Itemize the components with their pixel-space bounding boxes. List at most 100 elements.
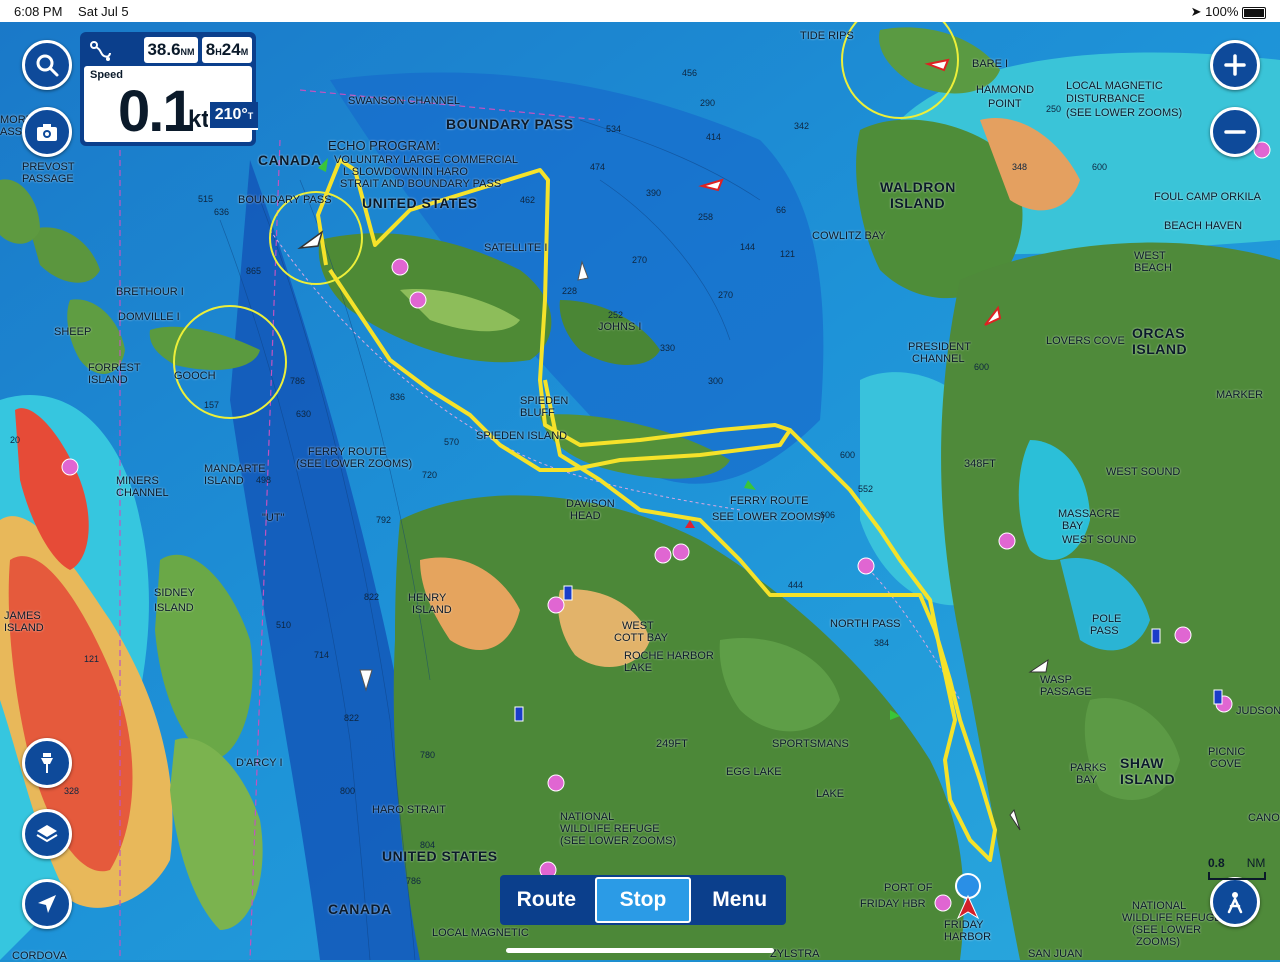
- depth-sounding: 720: [422, 470, 438, 480]
- home-indicator[interactable]: [506, 948, 774, 953]
- label-nwr3: (SEE LOWER ZOOMS): [560, 835, 677, 847]
- label-mandarte1: MANDARTE: [204, 463, 266, 475]
- search-icon: [36, 54, 59, 77]
- depth-sounding: 228: [562, 286, 578, 296]
- distance-value: 38.6NM: [144, 37, 198, 63]
- label-orcas1: ORCAS: [1132, 325, 1186, 341]
- navigation-data-panel[interactable]: 38.6NM 8H24M Speed 0.1 kts 210°T: [80, 32, 258, 146]
- zoom-out-button[interactable]: [1210, 107, 1260, 157]
- label-brethour: BRETHOUR I: [116, 286, 184, 298]
- label-president2: CHANNEL: [912, 353, 965, 365]
- speed-value: 0.1: [118, 79, 195, 144]
- label-san-juan: SAN JUAN: [1028, 948, 1083, 960]
- label-massacre1: MASSACRE: [1058, 508, 1120, 520]
- layers-icon: [36, 825, 58, 843]
- label-wasp2: PASSAGE: [1040, 686, 1092, 698]
- label-canoe: CANOE: [1248, 812, 1280, 824]
- label-west-beach1: WEST: [1134, 250, 1166, 262]
- label-ferry-route2: (SEE LOWER ZOOMS): [296, 458, 413, 470]
- label-united-states-north: UNITED STATES: [362, 195, 478, 211]
- label-hammond1: HAMMOND: [976, 84, 1035, 96]
- depth-sounding: 252: [608, 310, 624, 320]
- depth-sounding: 786: [406, 876, 422, 886]
- navigate-button[interactable]: [22, 879, 72, 929]
- route-icon[interactable]: [88, 38, 114, 64]
- battery-percent: 100%: [1205, 4, 1239, 19]
- label-waldron1: WALDRON: [880, 179, 956, 195]
- label-cordova: CORDOVA: [12, 950, 67, 962]
- depth-sounding: 384: [874, 638, 890, 648]
- depth-sounding: 456: [682, 68, 698, 78]
- route-button[interactable]: Route: [500, 875, 593, 925]
- label-marker: MARKER: [1216, 389, 1264, 401]
- label-depth-249: 249FT: [656, 738, 688, 750]
- depth-sounding: 636: [214, 207, 230, 217]
- label-zylstra: ZYLSTRA: [770, 948, 820, 960]
- label-local-mag2: DISTURBANCE: [1066, 93, 1145, 105]
- minus-icon: [1224, 130, 1246, 134]
- label-james2: ISLAND: [4, 622, 44, 634]
- menu-button[interactable]: Menu: [693, 875, 786, 925]
- person-button[interactable]: [1210, 877, 1260, 927]
- label-darcy: D'ARCY I: [236, 757, 283, 769]
- label-sportsmans: SPORTSMANS: [772, 738, 849, 750]
- status-bar: 6:08 PM Sat Jul 5 ➤ 100%: [0, 0, 1280, 22]
- label-shaw1: SHAW: [1120, 755, 1164, 771]
- label-boundary-pass: BOUNDARY PASS: [446, 116, 574, 132]
- label-boundary-pass-small: BOUNDARY PASS: [238, 194, 332, 206]
- label-west-sound2: WEST SOUND: [1062, 534, 1137, 546]
- depth-sounding: 822: [344, 713, 360, 723]
- depth-sounding: 20: [10, 435, 21, 445]
- label-massacre2: BAY: [1062, 520, 1084, 532]
- label-parks1: PARKS: [1070, 762, 1107, 774]
- label-local-magnetic-bottom: LOCAL MAGNETIC: [432, 927, 529, 939]
- depth-sounding: 534: [606, 124, 622, 134]
- label-davison1: DAVISON: [566, 498, 615, 510]
- depth-sounding: 552: [858, 484, 874, 494]
- person-icon: [1227, 892, 1243, 914]
- label-wasp1: WASP: [1040, 674, 1072, 686]
- label-nwr2: WILDLIFE REFUGE: [560, 823, 660, 835]
- depth-sounding: 348: [1012, 162, 1028, 172]
- label-barnes: BARE I: [972, 58, 1009, 70]
- camera-button[interactable]: [22, 107, 72, 157]
- depth-sounding: 390: [646, 188, 662, 198]
- heading-readout: 210°T: [208, 102, 258, 130]
- label-north-pass: NORTH PASS: [830, 618, 901, 630]
- label-judson: JUDSON: [1236, 705, 1280, 717]
- depth-sounding: 836: [390, 392, 406, 402]
- label-west-beach2: BEACH: [1134, 262, 1172, 274]
- label-satellite: SATELLITE I: [484, 242, 548, 254]
- stop-button[interactable]: Stop: [594, 877, 692, 923]
- label-sidney1: SIDNEY: [154, 587, 195, 599]
- label-miners2: CHANNEL: [116, 487, 169, 499]
- label-henry1: HENRY: [408, 592, 447, 604]
- scale-unit: NM: [1246, 856, 1266, 870]
- label-nwr-b2: WILDLIFE REFUGE: [1122, 912, 1222, 924]
- scale-bar: [1208, 872, 1266, 880]
- label-spieden-bluff1: SPIEDEN: [520, 395, 569, 407]
- label-henry2: ISLAND: [412, 604, 452, 616]
- search-button[interactable]: [22, 40, 72, 90]
- depth-sounding: 804: [420, 840, 436, 850]
- zoom-in-button[interactable]: [1210, 40, 1260, 90]
- layers-button[interactable]: [22, 809, 72, 859]
- label-prevost1: PREVOST: [22, 161, 75, 173]
- label-ferry-route4: SEE LOWER ZOOMS): [712, 511, 825, 523]
- label-lovers-cove: LOVERS COVE: [1046, 335, 1125, 347]
- time-remaining: 8H24M: [202, 37, 252, 63]
- label-canada-north: CANADA: [258, 152, 322, 168]
- depth-sounding: 250: [1046, 104, 1062, 114]
- depth-sounding: 606: [820, 510, 836, 520]
- depth-sounding: 474: [590, 162, 606, 172]
- pin-icon: [41, 753, 53, 773]
- label-moresby2: ASS: [0, 126, 23, 138]
- depth-sounding: 121: [780, 249, 796, 259]
- speed-readout: Speed 0.1 kts 210°T: [84, 66, 258, 144]
- depth-sounding: 600: [1092, 162, 1108, 172]
- depth-sounding: 600: [974, 362, 990, 372]
- label-gooch: GOOCH: [174, 370, 216, 382]
- scale-value: 0.8: [1208, 856, 1225, 870]
- pin-button[interactable]: [22, 738, 72, 788]
- label-mandarte2: ISLAND: [204, 475, 244, 487]
